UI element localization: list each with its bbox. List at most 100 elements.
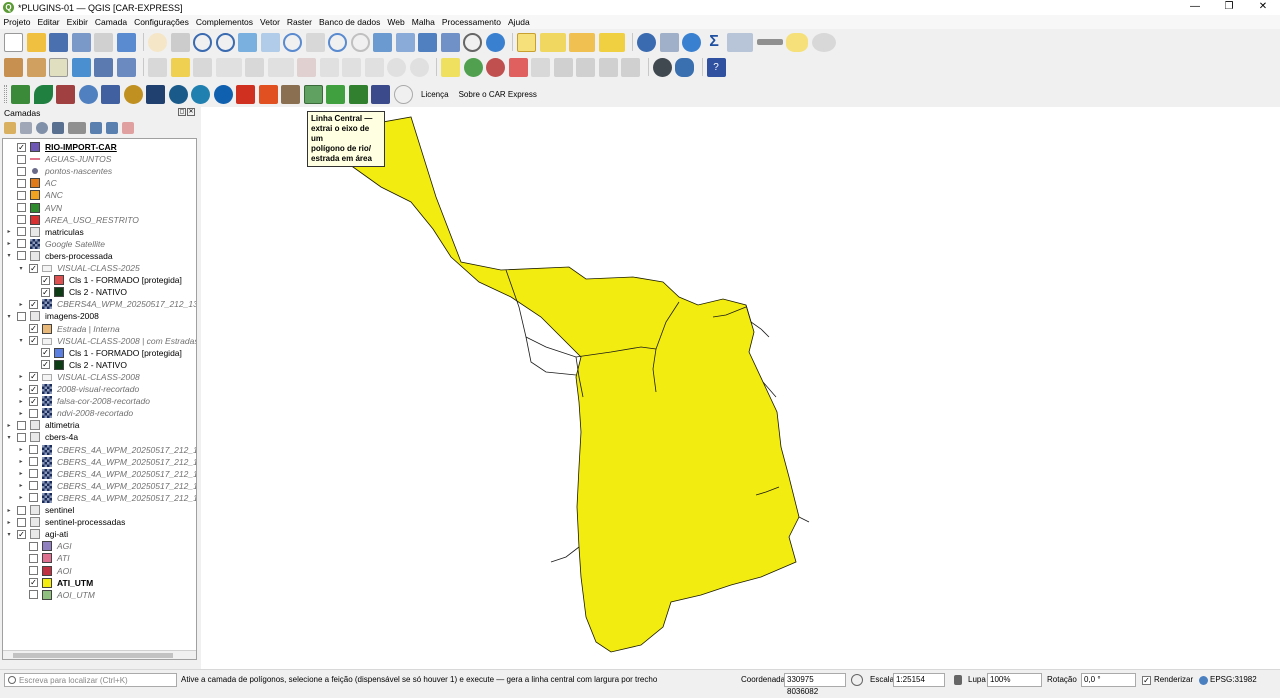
layer-visibility-checkbox[interactable]: [29, 469, 38, 479]
layer-visibility-checkbox[interactable]: ✓: [41, 287, 50, 297]
expand-arrow-icon[interactable]: ▸: [17, 494, 25, 501]
map-tips-icon[interactable]: [786, 32, 808, 52]
car-tree-icon[interactable]: [348, 84, 368, 104]
layer-visibility-checkbox[interactable]: [17, 178, 26, 188]
crs-globe-icon[interactable]: [1199, 676, 1208, 685]
extents-toggle-icon[interactable]: [851, 674, 863, 686]
modify-attributes-icon[interactable]: [267, 57, 294, 77]
redo-icon[interactable]: [409, 57, 429, 77]
zoom-next-icon[interactable]: [350, 32, 370, 52]
vertex-tool-icon[interactable]: [245, 57, 264, 77]
layer-row[interactable]: ▾ ✓ VISUAL-CLASS-2008 | com Estradas: [3, 335, 196, 347]
zoom-in-icon[interactable]: [193, 32, 212, 52]
settings-gear-icon[interactable]: [811, 32, 836, 52]
coordinate-field[interactable]: 330975 8036082: [784, 673, 846, 696]
expand-all-icon[interactable]: [90, 121, 102, 134]
layer-row[interactable]: ✓ ATI_UTM: [3, 577, 196, 589]
label-props-icon[interactable]: [621, 57, 640, 77]
expand-arrow-icon[interactable]: ▸: [17, 373, 25, 380]
layer-visibility-checkbox[interactable]: [29, 553, 38, 563]
layer-row[interactable]: ✓ Cls 2 - NATIVO: [3, 286, 196, 298]
layer-visibility-checkbox[interactable]: [17, 203, 26, 212]
layer-row[interactable]: ▾ cbers-4a: [3, 431, 196, 443]
ati-utm-polygon[interactable]: [325, 116, 800, 653]
layer-row[interactable]: ✓ Cls 2 - NATIVO: [3, 359, 196, 371]
layer-row[interactable]: ▸ ✓ falsa-cor-2008-recortado: [3, 395, 196, 407]
layer-visibility-checkbox[interactable]: ✓: [29, 372, 38, 382]
layer-visibility-checkbox[interactable]: ✓: [29, 299, 38, 309]
car-fire2-icon[interactable]: [258, 84, 278, 104]
menu-complementos[interactable]: Complementos: [192, 17, 256, 27]
delete-selected-icon[interactable]: [297, 57, 316, 77]
car-fire-icon[interactable]: [236, 84, 255, 104]
layer-labeling-icon[interactable]: [463, 57, 483, 77]
layer-row[interactable]: ▾ ✓ agi-ati: [3, 528, 196, 540]
manage-visibility-icon[interactable]: [36, 121, 48, 134]
about-car-express-button[interactable]: Sobre o CAR Express: [459, 90, 537, 99]
new-map-view-icon[interactable]: [373, 32, 392, 52]
temporal-controller-icon[interactable]: [463, 32, 482, 52]
select-features-icon[interactable]: [517, 32, 536, 52]
layer-row[interactable]: ✓ Cls 1 - FORMADO [protegida]: [3, 274, 196, 286]
new-geopackage-icon[interactable]: [26, 57, 46, 77]
car-clock-icon[interactable]: [393, 84, 413, 104]
layer-visibility-checkbox[interactable]: [17, 432, 26, 442]
collapse-arrow-icon[interactable]: ▾: [5, 531, 13, 538]
expand-arrow-icon[interactable]: ▸: [5, 228, 13, 235]
layer-visibility-checkbox[interactable]: ✓: [41, 275, 50, 285]
layer-visibility-checkbox[interactable]: ✓: [29, 336, 38, 346]
layer-visibility-checkbox[interactable]: [29, 408, 38, 418]
layer-visibility-checkbox[interactable]: [17, 154, 26, 164]
lock-icon[interactable]: [954, 675, 962, 685]
layer-visibility-checkbox[interactable]: [17, 505, 26, 515]
car-import-icon[interactable]: [11, 84, 30, 104]
layer-row[interactable]: AC: [3, 177, 196, 189]
show-labels-icon[interactable]: [531, 57, 550, 77]
menu-banco-de-dados[interactable]: Banco de dados: [315, 17, 383, 27]
layer-visibility-checkbox[interactable]: [29, 566, 38, 575]
magnifier-field[interactable]: 100%: [987, 673, 1042, 687]
menu-web[interactable]: Web: [384, 17, 408, 27]
select-location-icon[interactable]: [598, 32, 625, 52]
menu-projeto[interactable]: Projeto: [0, 17, 34, 27]
render-checkbox[interactable]: ✓: [1142, 676, 1151, 685]
zoom-full-icon[interactable]: [238, 32, 257, 52]
layer-row[interactable]: ▸ CBERS_4A_WPM_20250517_212_135_: [3, 468, 196, 480]
open-project-icon[interactable]: [26, 32, 46, 52]
layer-row[interactable]: ▸ ndvi-2008-recortado: [3, 407, 196, 419]
cut-features-icon[interactable]: [319, 57, 339, 77]
add-raster-icon[interactable]: [116, 57, 136, 77]
minimize-icon[interactable]: —: [1178, 0, 1212, 15]
expand-arrow-icon[interactable]: ▸: [17, 470, 25, 477]
map-canvas[interactable]: [201, 107, 1280, 669]
layer-visibility-checkbox[interactable]: ✓: [29, 384, 38, 394]
expand-arrow-icon[interactable]: ▸: [17, 386, 25, 393]
move-label-icon[interactable]: [553, 57, 573, 77]
layer-row[interactable]: ▾ ✓ VISUAL-CLASS-2025: [3, 262, 196, 274]
car-download-icon[interactable]: [213, 84, 233, 104]
car-search-icon[interactable]: [191, 84, 210, 104]
data-source-manager-icon[interactable]: [4, 57, 23, 77]
add-vector-icon[interactable]: [94, 57, 113, 77]
new-project-icon[interactable]: [4, 32, 23, 52]
layer-visibility-checkbox[interactable]: ✓: [29, 263, 38, 273]
centerline-icon[interactable]: [303, 84, 323, 104]
expand-arrow-icon[interactable]: ▸: [17, 482, 25, 489]
menu-vetor[interactable]: Vetor: [257, 17, 284, 27]
layer-row[interactable]: AVN: [3, 202, 196, 214]
zoom-out-icon[interactable]: [215, 32, 235, 52]
close-icon[interactable]: ✕: [1246, 0, 1280, 15]
menu-malha[interactable]: Malha: [408, 17, 438, 27]
save-as-icon[interactable]: [71, 32, 91, 52]
layer-visibility-checkbox[interactable]: [29, 541, 38, 551]
layer-visibility-checkbox[interactable]: [17, 190, 26, 200]
close-panel-icon[interactable]: ✕: [187, 108, 195, 116]
zoom-last-icon[interactable]: [328, 32, 347, 52]
car-landscape-icon[interactable]: [281, 84, 300, 104]
layer-row[interactable]: ▾ cbers-processada: [3, 250, 196, 262]
undo-icon[interactable]: [387, 57, 406, 77]
processing-toolbox-icon[interactable]: [682, 32, 701, 52]
menu-ajuda[interactable]: Ajuda: [504, 17, 533, 27]
expand-arrow-icon[interactable]: ▸: [17, 301, 25, 308]
layer-visibility-checkbox[interactable]: [17, 517, 26, 527]
